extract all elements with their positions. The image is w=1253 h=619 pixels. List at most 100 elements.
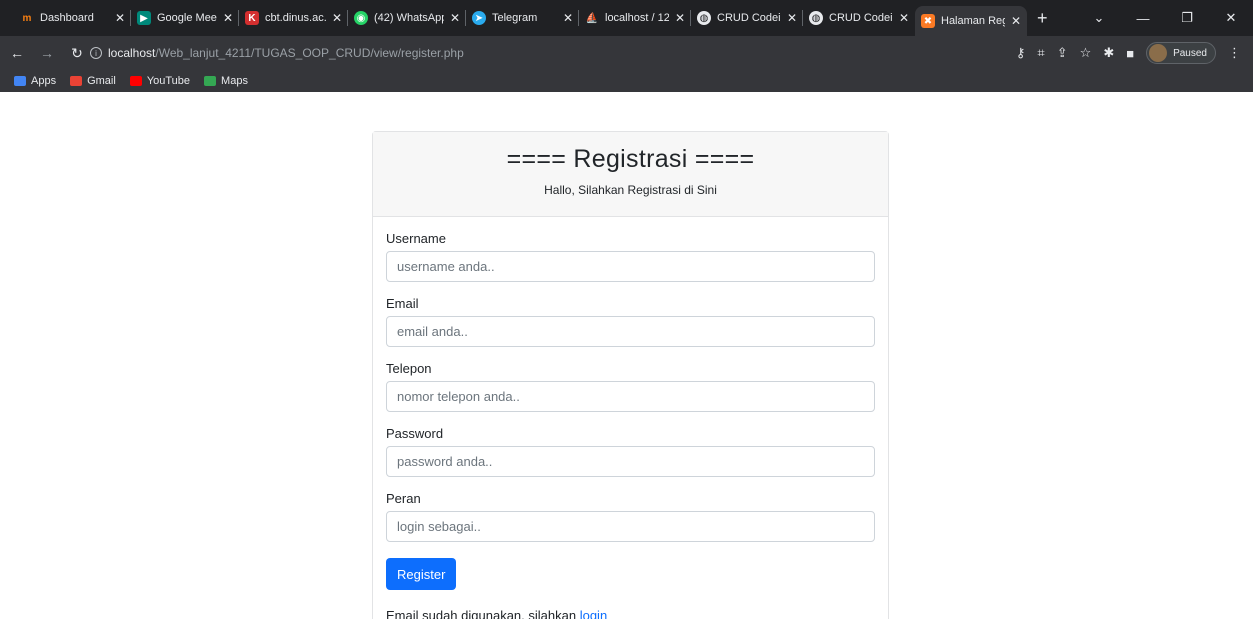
browser-tabstrip: m Dashboard ✕ ▶ Google Meet ✕ K cbt.dinu… [0,0,1253,36]
tab-telegram[interactable]: ➤ Telegram ✕ [466,0,579,36]
reload-icon[interactable]: ↻ [64,45,90,62]
globe-icon: ◍ [697,11,711,25]
tab-google-meet[interactable]: ▶ Google Meet ✕ [131,0,239,36]
minimize-button[interactable]: — [1121,11,1165,26]
telepon-group: Telepon [386,361,875,412]
login-link[interactable]: login [580,608,607,619]
maximize-button[interactable]: ❐ [1165,10,1209,26]
bookmark-youtube[interactable]: YouTube [129,75,191,87]
email-label: Email [386,296,419,311]
footer-text: Email sudah digunakan, silahkan [386,608,577,619]
apps-grid-icon [14,76,26,86]
k-logo-icon: K [245,11,259,25]
footer-note: Email sudah digunakan, silahkan login [386,608,875,619]
moodle-m-icon: m [22,12,32,24]
tab-search-icon[interactable]: ⌄ [1077,10,1121,26]
page-subtitle: Hallo, Silahkan Registrasi di Sini [544,183,717,197]
share-icon[interactable]: ⇪ [1057,45,1068,61]
maps-icon [204,76,217,86]
profile-status: Paused [1173,47,1207,59]
telepon-label: Telepon [386,361,432,376]
tab-cbt-dinus[interactable]: K cbt.dinus.ac.id ✕ [239,0,348,36]
page-viewport: ==== Registrasi ==== Hallo, Silahkan Reg… [0,92,1253,619]
telegram-icon: ➤ [472,11,486,25]
peran-input[interactable] [386,511,875,542]
window-controls: ⌄ — ❐ ✕ [1077,0,1253,36]
tab-halaman-registrasi[interactable]: ✖ Halaman Regi ✕ [915,6,1027,36]
tab-crud-codeigniter-2[interactable]: ◍ CRUD Codeign ✕ [803,0,915,36]
globe-icon: ◍ [809,11,823,25]
register-button[interactable]: Register [386,558,457,590]
bookmark-label: YouTube [146,75,191,87]
password-input[interactable] [386,446,875,477]
profile-button[interactable]: Paused [1146,42,1216,64]
close-icon[interactable]: ✕ [332,11,342,25]
bookmark-label: Maps [221,75,248,87]
bookmark-apps[interactable]: Apps [14,75,56,87]
password-group: Password [386,426,875,477]
url-host: localhost [108,46,156,60]
telepon-input[interactable] [386,381,875,412]
tab-title: CRUD Codeign [829,12,893,24]
close-icon[interactable]: ✕ [563,11,573,25]
registration-card: ==== Registrasi ==== Hallo, Silahkan Reg… [372,131,889,619]
gmail-icon [70,76,83,86]
peran-group: Peran [386,491,875,542]
google-meet-icon: ▶ [137,11,151,25]
close-window-button[interactable]: ✕ [1209,10,1253,26]
bookmarks-bar: Apps Gmail YouTube Maps [0,70,1253,92]
close-icon[interactable]: ✕ [450,11,460,25]
avatar [1149,44,1168,62]
toolbar-actions: ⚷ ⌗ ⇪ ☆ ✱ ■ Paused ⋮ [1016,36,1241,70]
peran-label: Peran [386,491,421,506]
xampp-icon: ✖ [921,14,935,28]
email-group: Email [386,296,875,347]
tab-dashboard[interactable]: m Dashboard ✕ [14,0,131,36]
tab-title: localhost / 127 [605,12,669,24]
address-bar[interactable]: i localhost/Web_lanjut_4211/TUGAS_OOP_CR… [90,40,970,66]
username-group: Username [386,231,875,282]
close-icon[interactable]: ✕ [899,11,909,25]
url-path: /Web_lanjut_4211/TUGAS_OOP_CRUD/view/reg… [155,46,464,60]
tab-title: CRUD Codeign [717,12,781,24]
side-panel-icon[interactable]: ■ [1126,46,1134,61]
tab-title: cbt.dinus.ac.id [265,12,326,24]
phpmyadmin-icon: ⛵ [585,12,599,24]
browser-toolbar: ← → ↻ i localhost/Web_lanjut_4211/TUGAS_… [0,36,1253,70]
card-header: ==== Registrasi ==== Hallo, Silahkan Reg… [373,132,888,217]
tab-phpmyadmin[interactable]: ⛵ localhost / 127 ✕ [579,0,691,36]
tab-title: (42) WhatsApp [374,12,444,24]
tab-title: Halaman Regi [941,15,1005,27]
page-title: ==== Registrasi ==== [506,145,755,173]
username-label: Username [386,231,446,246]
info-icon[interactable]: i [90,47,102,59]
username-input[interactable] [386,251,875,282]
bookmark-maps[interactable]: Maps [204,75,248,87]
youtube-icon [129,76,142,86]
key-icon[interactable]: ⚷ [1016,45,1026,61]
tab-whatsapp[interactable]: ◉ (42) WhatsApp ✕ [348,0,466,36]
tab-title: Telegram [492,12,538,24]
tab-title: Dashboard [40,12,94,24]
tab-crud-codeigniter-1[interactable]: ◍ CRUD Codeign ✕ [691,0,803,36]
new-tab-button[interactable]: + [1027,8,1058,29]
whatsapp-icon: ◉ [354,11,368,25]
close-icon[interactable]: ✕ [223,11,233,25]
bookmark-label: Gmail [87,75,116,87]
star-icon[interactable]: ☆ [1080,45,1092,61]
back-arrow-icon[interactable]: ← [4,45,30,61]
password-label: Password [386,426,444,441]
tab-title: Google Meet [157,12,217,24]
close-icon[interactable]: ✕ [115,11,125,25]
close-icon[interactable]: ✕ [1011,14,1021,28]
bookmark-gmail[interactable]: Gmail [70,75,116,87]
close-icon[interactable]: ✕ [675,11,685,25]
bookmark-label: Apps [31,75,57,87]
forward-arrow-icon[interactable]: → [34,45,60,61]
extensions-puzzle-icon[interactable]: ✱ [1103,45,1114,61]
close-icon[interactable]: ✕ [787,11,797,25]
email-input[interactable] [386,316,875,347]
translate-icon[interactable]: ⌗ [1037,45,1044,61]
menu-kebab-icon[interactable]: ⋮ [1228,45,1241,61]
registration-form: Username Email Telepon Password Peran Re… [373,217,888,619]
